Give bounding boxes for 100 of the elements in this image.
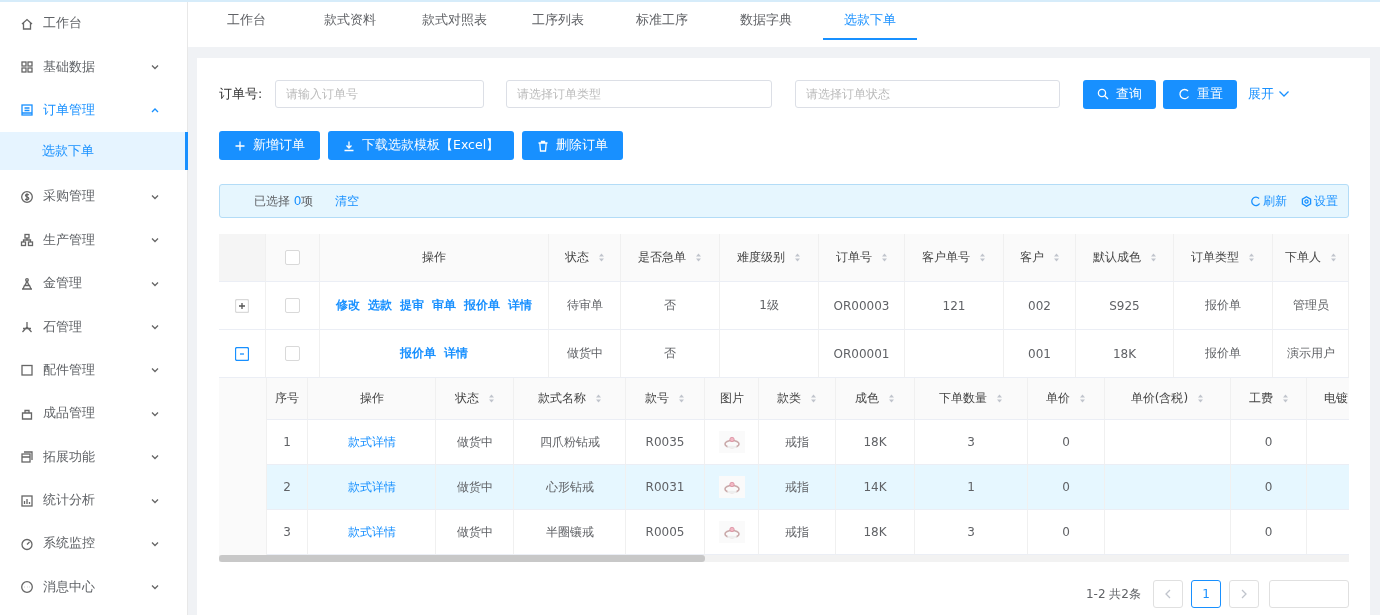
sidebar-item[interactable]: 石管理 <box>0 305 187 349</box>
sidebar-item[interactable]: 工作台 <box>0 2 187 46</box>
sidebar-item[interactable]: 拓展功能 <box>0 435 187 479</box>
sort-icon <box>678 393 685 404</box>
row-number: 2 <box>283 480 291 494</box>
expand-icon[interactable] <box>235 346 249 361</box>
column-header[interactable]: 款号 <box>626 378 705 420</box>
chevron-icon <box>150 410 160 417</box>
table-cell: R0035 <box>645 435 685 449</box>
column-header[interactable]: 难度级别 <box>720 234 819 282</box>
expand-link[interactable]: 展开 <box>1248 85 1290 103</box>
pagination-total: 1-2 共2条 <box>1085 585 1141 603</box>
input-field[interactable]: 请输入订单号 <box>275 80 484 108</box>
column-header[interactable]: 是否急单 <box>621 234 720 282</box>
sidebar-item[interactable]: 金管理 <box>0 261 187 306</box>
selection-count: 已选择 0项 <box>254 192 314 210</box>
table-cell: 否 <box>664 345 676 362</box>
column-header[interactable]: 下单人 <box>1273 234 1349 282</box>
sort-icon <box>810 393 817 404</box>
sort-icon <box>1281 393 1289 404</box>
chevron-icon <box>150 237 160 244</box>
dollar-icon <box>20 189 34 204</box>
column-header[interactable]: 状态 <box>549 234 621 282</box>
detail-link[interactable]: 款式详情 <box>347 523 396 541</box>
column-header[interactable]: 默认成色 <box>1076 234 1174 282</box>
next-page-button[interactable] <box>1229 580 1259 608</box>
sidebar-item[interactable]: 消息中心 <box>0 565 187 610</box>
sidebar-item[interactable]: 成品管理 <box>0 392 187 436</box>
tab[interactable]: 款式对照表 <box>407 2 501 40</box>
column-header[interactable]: 客户单号 <box>905 234 1004 282</box>
column-header[interactable]: 工费 <box>1231 378 1307 420</box>
sort-icon <box>996 393 1003 404</box>
sort-icon <box>1329 252 1337 263</box>
table-cell: 002 <box>1028 298 1051 313</box>
table-cell: 报价单 <box>1205 297 1241 314</box>
chevron-icon <box>150 324 160 331</box>
column-header[interactable]: 下单数量 <box>915 378 1028 420</box>
table-cell: 否 <box>664 297 676 314</box>
table-cell: OR00003 <box>833 298 890 313</box>
table-cell: 18K <box>863 525 887 539</box>
plus-icon <box>234 139 246 152</box>
column-header[interactable]: 订单号 <box>819 234 905 282</box>
table-cell: R0031 <box>645 480 685 494</box>
column-header[interactable]: 状态 <box>436 378 514 420</box>
detail-link[interactable]: 款式详情 <box>347 433 396 451</box>
sidebar-item[interactable]: 生产管理 <box>0 218 187 262</box>
table-cell: 0 <box>1062 525 1070 539</box>
table-cell <box>1307 465 1349 510</box>
table-cell: 戒指 <box>785 433 809 451</box>
sidebar-item[interactable]: 订单管理 <box>0 88 187 133</box>
table-cell: 18K <box>1112 346 1137 361</box>
column-header[interactable]: 款式名称 <box>514 378 626 420</box>
table-cell: 121 <box>942 298 966 313</box>
search-icon <box>1097 88 1109 100</box>
scrollbar-thumb[interactable] <box>219 555 705 562</box>
table-cell: 3 <box>967 525 975 539</box>
table-cell: 1级 <box>759 297 779 314</box>
sort-icon <box>597 252 605 263</box>
select-field[interactable]: 请选择订单类型 <box>506 80 772 108</box>
tab[interactable]: 选款下单 <box>823 2 917 40</box>
page-size-select[interactable] <box>1269 580 1349 608</box>
sidebar-item[interactable]: 统计分析 <box>0 478 187 523</box>
table-cell: 0 <box>1264 525 1273 539</box>
column-header[interactable]: 成色 <box>836 378 915 420</box>
table-cell: 0 <box>1062 480 1070 494</box>
column-header[interactable]: 单价 <box>1028 378 1105 420</box>
checkbox[interactable] <box>285 346 300 361</box>
sort-icon <box>695 252 702 263</box>
sidebar-item[interactable]: 系统监控 <box>0 522 187 566</box>
column-header[interactable]: 订单类型 <box>1174 234 1273 282</box>
tab[interactable]: 数据字典 <box>719 2 813 40</box>
table-cell: 1 <box>967 480 975 494</box>
grid-icon <box>20 60 34 75</box>
checkbox[interactable] <box>285 250 300 265</box>
chevron-right-icon <box>1240 589 1248 599</box>
tab[interactable]: 工作台 <box>199 2 293 40</box>
sidebar-item[interactable]: 配件管理 <box>0 348 187 393</box>
chevron-icon <box>1278 90 1290 98</box>
column-header[interactable]: 单价(含税) <box>1105 378 1231 420</box>
detail-row[interactable]: 2 款式详情 做货中 心形钻戒 R0031 戒指 14K 1 0 0 <box>267 465 1349 510</box>
row-number: 1 <box>283 435 291 449</box>
column-header: 序号 <box>267 378 308 420</box>
tab[interactable]: 标准工序 <box>615 2 709 40</box>
sort-icon <box>1052 252 1060 263</box>
sort-icon <box>1079 393 1086 404</box>
table-cell: 四爪粉钻戒 <box>539 433 600 451</box>
table-cell: 报价单 <box>1205 345 1241 362</box>
sidebar-item[interactable]: 采购管理 <box>0 175 187 219</box>
prev-page-button[interactable] <box>1153 580 1183 608</box>
sidebar-item[interactable]: 基础数据 <box>0 45 187 89</box>
column-header[interactable]: 款类 <box>759 378 836 420</box>
table-cell: 14K <box>863 480 887 494</box>
column-header[interactable]: 客户 <box>1004 234 1076 282</box>
select-field[interactable]: 请选择订单状态 <box>795 80 1060 108</box>
page-button[interactable]: 1 <box>1191 580 1221 608</box>
checkbox[interactable] <box>285 298 300 313</box>
tab[interactable]: 款式资料 <box>303 2 397 40</box>
tab[interactable]: 工序列表 <box>511 2 605 40</box>
table-cell: 001 <box>1028 346 1051 361</box>
sort-icon <box>979 252 986 263</box>
